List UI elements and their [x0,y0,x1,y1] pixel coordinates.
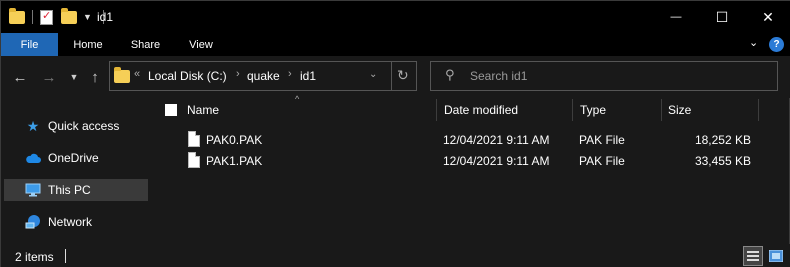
minimize-icon: — [670,11,682,23]
breadcrumb-id1[interactable]: id1 [300,69,316,83]
search-icon: ⚲ [445,67,455,82]
column-header-type[interactable]: Type [580,99,606,121]
quick-access-toolbar: ▼ [9,7,111,27]
large-icons-view-button[interactable] [766,246,786,266]
column-header-date-modified[interactable]: Date modified [444,99,518,121]
back-button[interactable]: ← [10,67,30,87]
star-icon: ★ [26,117,40,134]
close-button[interactable]: ✕ [745,1,790,33]
file-type: PAK File [579,133,625,147]
column-divider[interactable] [436,99,437,121]
breadcrumb-separator[interactable]: › [288,68,292,80]
chevron-down-icon[interactable]: ⌄ [749,36,758,49]
new-folder-icon[interactable] [61,7,77,24]
chevron-down-icon: ▼ [69,72,79,82]
file-size: 33,455 KB [694,154,751,168]
recent-locations-button[interactable]: ▼ [64,67,84,87]
address-divider [391,61,392,91]
column-divider[interactable] [661,99,662,121]
up-button[interactable]: ↑ [85,67,105,87]
forward-button[interactable]: → [39,67,59,87]
cloud-icon [25,150,41,166]
breadcrumb-quake[interactable]: quake [247,69,280,83]
column-header-name[interactable]: Name [187,99,219,121]
file-row-pak0[interactable]: PAK0.PAK 12/04/2021 9:11 AM PAK File 18,… [153,129,773,151]
sidebar-item-label: OneDrive [48,151,99,165]
column-divider[interactable] [758,99,759,121]
arrow-up-icon: ↑ [91,68,99,86]
sidebar-item-label: Quick access [48,119,120,133]
status-bar [1,244,790,267]
file-name: PAK0.PAK [206,133,263,147]
refresh-icon[interactable]: ↻ [397,67,409,84]
file-icon [188,152,200,168]
breadcrumb-overflow[interactable]: « [134,68,140,80]
file-icon [188,131,200,147]
close-icon: ✕ [762,8,774,25]
sort-ascending-icon: ^ [295,94,300,104]
computer-icon [25,182,41,198]
sidebar-item-label: This PC [48,183,91,197]
details-view-icon [747,251,759,261]
item-count: 2 items [15,250,54,264]
maximize-icon: ☐ [715,8,729,25]
arrow-right-icon: → [41,68,57,86]
minimize-button[interactable]: — [653,1,699,33]
sidebar-item-label: Network [48,215,93,229]
file-name: PAK1.PAK [206,154,263,168]
help-icon[interactable]: ? [769,37,784,52]
toolbar-divider [32,10,33,24]
large-icons-view-icon [769,250,783,262]
breadcrumb-local-disk[interactable]: Local Disk (C:) [148,69,227,83]
customize-toolbar-icon[interactable]: ▼ [83,12,92,22]
status-divider [65,249,66,263]
select-all-checkbox[interactable] [165,104,177,116]
breadcrumb-separator[interactable]: › [236,68,240,80]
search-placeholder: Search id1 [470,69,528,83]
tab-home[interactable]: Home [61,33,115,56]
explorer-window: ▼ id1 — ☐ ✕ File Home Share View ⌄ ? ← →… [0,0,790,267]
sidebar-item-this-pc[interactable]: This PC [4,179,148,201]
folder-icon[interactable] [9,7,25,24]
sidebar-item-quick-access[interactable]: ★ Quick access [4,115,148,137]
properties-icon[interactable] [40,9,53,25]
sidebar-item-network[interactable]: Network [4,211,148,233]
file-type: PAK File [579,154,625,168]
column-divider[interactable] [572,99,573,121]
tab-share[interactable]: Share [118,33,173,56]
file-row-pak1[interactable]: PAK1.PAK 12/04/2021 9:11 AM PAK File 33,… [153,150,773,172]
file-size: 18,252 KB [694,133,751,147]
file-date: 12/04/2021 9:11 AM [443,154,550,168]
sidebar-item-onedrive[interactable]: OneDrive [4,147,148,169]
maximize-button[interactable]: ☐ [699,1,745,33]
window-title: id1 [97,10,114,24]
column-header-size[interactable]: Size [668,99,691,121]
address-dropdown-icon[interactable]: ⌄ [369,69,377,80]
address-folder-icon [114,67,130,83]
details-view-button[interactable] [743,246,763,266]
tab-file[interactable]: File [1,33,58,56]
file-date: 12/04/2021 9:11 AM [443,133,550,147]
tab-view[interactable]: View [176,33,226,56]
arrow-left-icon: ← [12,68,28,86]
network-icon [25,214,41,230]
